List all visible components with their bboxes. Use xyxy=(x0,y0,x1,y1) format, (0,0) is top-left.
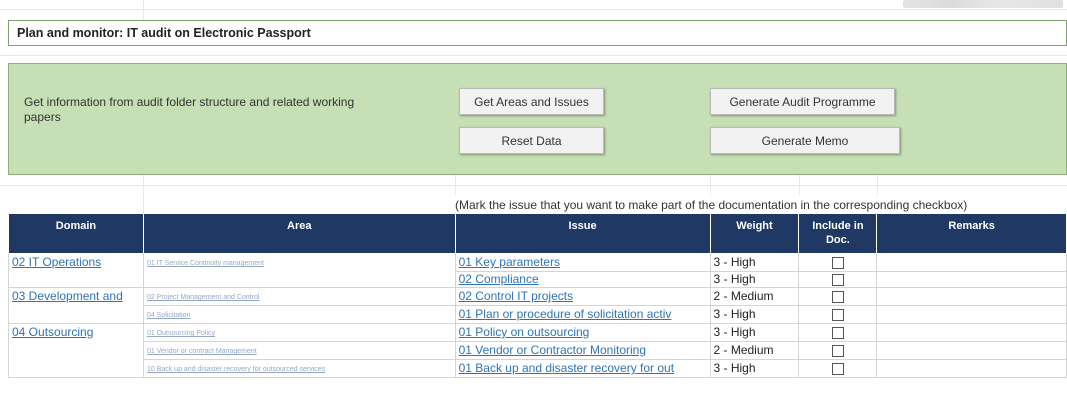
weight-cell: 3 - High xyxy=(709,271,800,288)
issue-link[interactable]: 01 Policy on outsourcing xyxy=(459,325,590,339)
remarks-cell[interactable] xyxy=(876,253,1067,272)
weight-cell: 2 - Medium xyxy=(709,287,800,306)
issue-cell[interactable]: 01 Plan or procedure of solicitation act… xyxy=(454,305,711,324)
table-row: 01 Vendor or contract Management 01 Vend… xyxy=(8,341,1067,360)
domain-cell xyxy=(8,305,144,324)
title-box: Plan and monitor: IT audit on Electronic… xyxy=(8,20,1067,46)
remarks-cell[interactable] xyxy=(876,305,1067,324)
header-weight: Weight xyxy=(709,213,800,254)
table-row: 02 Compliance 3 - High xyxy=(8,271,1067,288)
include-checkbox[interactable] xyxy=(831,326,844,339)
header-domain: Domain xyxy=(8,213,144,254)
page-title: Plan and monitor: IT audit on Electronic… xyxy=(17,26,311,40)
header-include-in-doc: Include in Doc. xyxy=(798,213,878,254)
area-link[interactable]: 02 Project Management and Control xyxy=(147,294,259,301)
issue-link[interactable]: 02 Compliance xyxy=(459,273,539,287)
grid-line xyxy=(0,185,1067,186)
table-header-row: Domain Area Issue Weight Include in Doc.… xyxy=(8,213,1067,254)
issue-cell[interactable]: 02 Compliance xyxy=(454,271,711,288)
include-cell xyxy=(798,305,878,324)
weight-cell: 3 - High xyxy=(709,323,800,342)
remarks-cell[interactable] xyxy=(876,287,1067,306)
instruction-text: (Mark the issue that you want to make pa… xyxy=(455,198,968,212)
header-issue: Issue xyxy=(454,213,711,254)
issue-cell[interactable]: 01 Back up and disaster recovery for out xyxy=(454,359,711,378)
area-cell[interactable]: 01 Vendor or contract Management xyxy=(142,341,456,360)
domain-cell[interactable]: 02 IT Operations xyxy=(8,253,144,272)
area-cell[interactable]: 01 Outsourcing Policy xyxy=(142,323,456,342)
grid-line xyxy=(455,175,456,195)
issue-link[interactable]: 01 Key parameters xyxy=(459,255,560,269)
domain-cell xyxy=(8,341,144,360)
table-row: 03 Development and 02 Project Management… xyxy=(8,287,1067,306)
include-checkbox[interactable] xyxy=(831,362,844,375)
grid-line xyxy=(143,0,144,20)
include-checkbox[interactable] xyxy=(831,256,844,269)
domain-link[interactable]: 03 Development and xyxy=(12,289,123,303)
issue-link[interactable]: 01 Back up and disaster recovery for out xyxy=(459,361,674,375)
issue-cell[interactable]: 01 Policy on outsourcing xyxy=(454,323,711,342)
area-link[interactable]: 01 IT Service Continuity management xyxy=(147,260,264,267)
include-checkbox[interactable] xyxy=(831,308,844,321)
issue-link[interactable]: 01 Vendor or Contractor Monitoring xyxy=(459,343,646,357)
weight-cell: 3 - High xyxy=(709,305,800,324)
issue-cell[interactable]: 02 Control IT projects xyxy=(454,287,711,306)
get-areas-and-issues-button[interactable]: Get Areas and Issues xyxy=(459,88,604,115)
domain-link[interactable]: 04 Outsourcing xyxy=(12,325,93,339)
include-cell xyxy=(798,323,878,342)
generate-memo-button[interactable]: Generate Memo xyxy=(710,127,900,154)
table-row: 02 IT Operations 01 IT Service Continuit… xyxy=(8,253,1067,272)
weight-cell: 3 - High xyxy=(709,253,800,272)
header-remarks: Remarks xyxy=(876,213,1067,254)
grid-line xyxy=(143,175,144,213)
blurred-header-text xyxy=(903,0,1063,8)
weight-cell: 3 - High xyxy=(709,359,800,378)
header-area: Area xyxy=(142,213,456,254)
area-cell[interactable]: 04 Solicitation xyxy=(142,305,456,324)
table-row: 04 Solicitation 01 Plan or procedure of … xyxy=(8,305,1067,324)
table-row: 10 Back up and disaster recovery for out… xyxy=(8,359,1067,378)
include-checkbox[interactable] xyxy=(831,290,844,303)
issue-cell[interactable]: 01 Key parameters xyxy=(454,253,711,272)
remarks-cell[interactable] xyxy=(876,341,1067,360)
grid-line xyxy=(877,175,878,195)
include-cell xyxy=(798,341,878,360)
grid-line xyxy=(0,9,1067,10)
include-cell xyxy=(798,271,878,288)
issue-link[interactable]: 02 Control IT projects xyxy=(459,289,574,303)
area-link[interactable]: 01 Outsourcing Policy xyxy=(147,330,215,337)
panel-description: Get information from audit folder struct… xyxy=(24,95,355,124)
include-checkbox[interactable] xyxy=(831,344,844,357)
table-row: 04 Outsourcing 01 Outsourcing Policy 01 … xyxy=(8,323,1067,342)
generate-audit-programme-button[interactable]: Generate Audit Programme xyxy=(710,88,895,115)
issue-link[interactable]: 01 Plan or procedure of solicitation act… xyxy=(459,307,672,321)
area-link[interactable]: 01 Vendor or contract Management xyxy=(147,348,257,355)
domain-cell xyxy=(8,359,144,378)
reset-data-button[interactable]: Reset Data xyxy=(459,127,604,154)
remarks-cell[interactable] xyxy=(876,359,1067,378)
area-cell xyxy=(142,271,456,288)
grid-line xyxy=(710,175,711,195)
grid-line xyxy=(799,175,800,195)
remarks-cell[interactable] xyxy=(876,323,1067,342)
domain-cell[interactable]: 03 Development and xyxy=(8,287,144,306)
domain-cell xyxy=(8,271,144,288)
remarks-cell[interactable] xyxy=(876,271,1067,288)
issues-table: Domain Area Issue Weight Include in Doc.… xyxy=(8,213,1067,378)
area-cell[interactable]: 02 Project Management and Control xyxy=(142,287,456,306)
area-link[interactable]: 04 Solicitation xyxy=(147,312,191,319)
area-cell[interactable]: 01 IT Service Continuity management xyxy=(142,253,456,272)
area-link[interactable]: 10 Back up and disaster recovery for out… xyxy=(147,366,325,373)
domain-cell[interactable]: 04 Outsourcing xyxy=(8,323,144,342)
include-cell xyxy=(798,287,878,306)
area-cell[interactable]: 10 Back up and disaster recovery for out… xyxy=(142,359,456,378)
weight-cell: 2 - Medium xyxy=(709,341,800,360)
issue-cell[interactable]: 01 Vendor or Contractor Monitoring xyxy=(454,341,711,360)
include-cell xyxy=(798,253,878,272)
domain-link[interactable]: 02 IT Operations xyxy=(12,255,101,269)
include-cell xyxy=(798,359,878,378)
grid-line xyxy=(0,55,1067,56)
include-checkbox[interactable] xyxy=(831,273,844,286)
